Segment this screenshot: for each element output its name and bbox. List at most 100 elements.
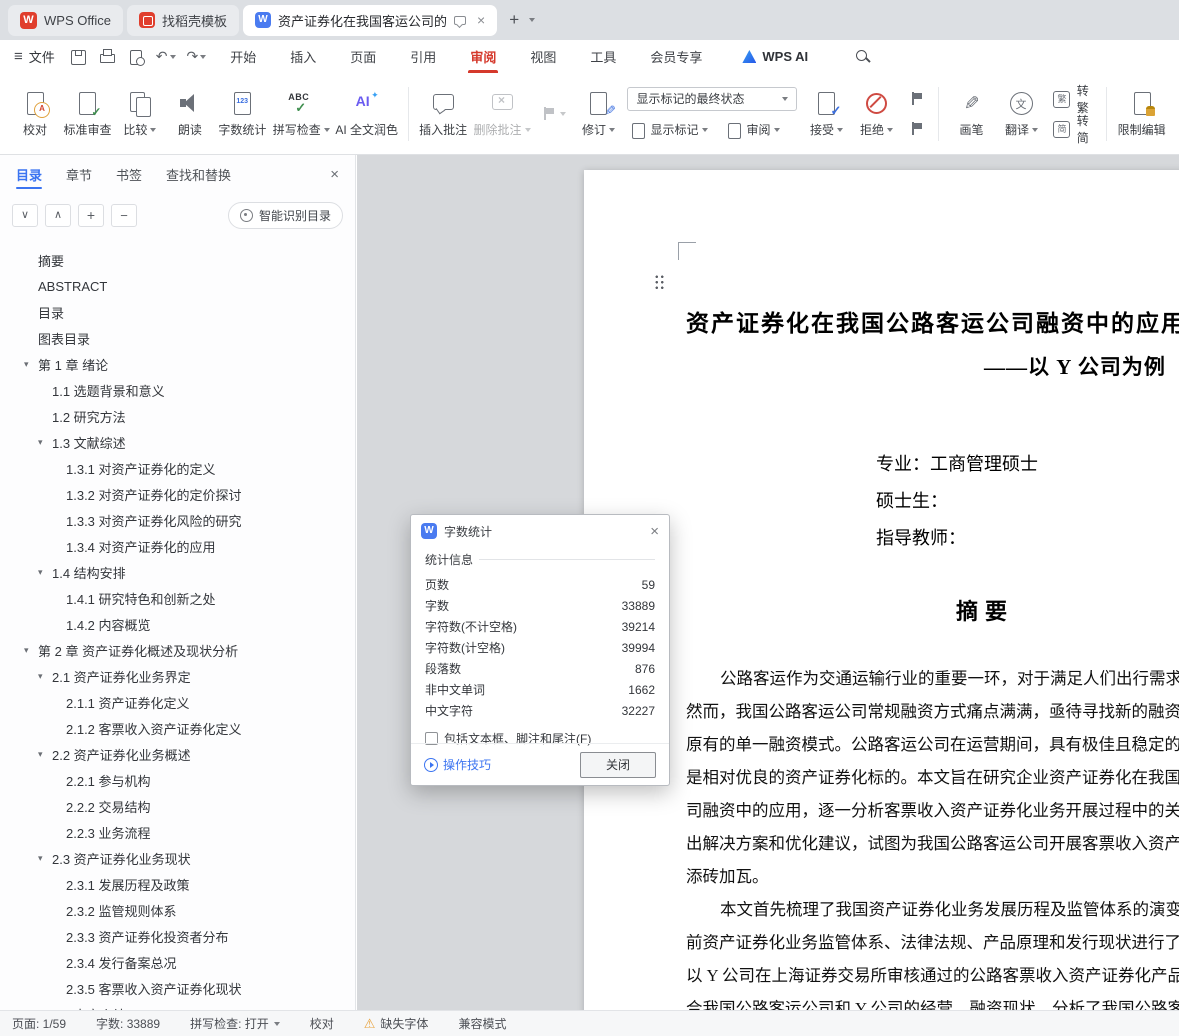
outline-item[interactable]: 1.3.2 对资产证券化的定价探讨: [0, 481, 355, 507]
file-menu-button[interactable]: 文件: [14, 47, 55, 66]
expand-all-button[interactable]: [12, 203, 38, 227]
outline-item[interactable]: 1.3 文献综述: [0, 429, 355, 455]
spell-check-button[interactable]: 拼写检查: [270, 78, 333, 150]
undo-button[interactable]: [156, 48, 176, 65]
next-comment-button[interactable]: [537, 103, 569, 125]
reject-dropdown-icon[interactable]: [886, 127, 893, 132]
tab-list-dropdown-icon[interactable]: [529, 18, 536, 22]
spell-check-dropdown-icon[interactable]: [323, 127, 330, 132]
accept-dropdown-icon[interactable]: [836, 127, 843, 132]
next-change-button[interactable]: [905, 118, 927, 140]
markup-state-combobox[interactable]: 显示标记的最终状态: [627, 86, 798, 111]
outline-item[interactable]: 1.2 研究方法: [0, 403, 355, 429]
ai-polish-button[interactable]: AI 全文润色: [333, 78, 401, 150]
save-icon[interactable]: [69, 48, 87, 66]
translate-button[interactable]: 翻译: [996, 78, 1046, 150]
outline-item[interactable]: 第 2 章 资产证券化概述及现状分析: [0, 637, 355, 663]
tab-find-replace[interactable]: 查找和替换: [166, 155, 231, 193]
menu-tab[interactable]: 工具: [588, 40, 618, 73]
zoom-in-outline-button[interactable]: [78, 203, 104, 227]
track-changes-dropdown-icon[interactable]: [608, 127, 615, 132]
tab-docer-template[interactable]: 找稻壳模板: [126, 4, 239, 36]
review-pane-dropdown-icon[interactable]: [774, 127, 781, 132]
menu-tab[interactable]: 会员专享: [648, 40, 704, 73]
expand-triangle-icon[interactable]: [38, 567, 52, 578]
outline-item[interactable]: 2.3 资产证券化业务现状: [0, 845, 355, 871]
redo-dropdown-icon[interactable]: [200, 54, 207, 59]
outline-item[interactable]: 图表目录: [0, 325, 355, 351]
print-preview-icon[interactable]: [127, 48, 145, 66]
review-pane-button[interactable]: 审阅: [723, 119, 783, 141]
expand-triangle-icon[interactable]: [24, 645, 38, 656]
menu-tab[interactable]: 页面: [348, 40, 378, 73]
tab-sections[interactable]: 章节: [66, 155, 92, 193]
missing-font-warning[interactable]: 缺失字体: [364, 1015, 428, 1032]
dialog-close-icon[interactable]: [650, 523, 659, 540]
insert-comment-button[interactable]: 插入批注: [416, 78, 471, 150]
menu-tab[interactable]: 引用: [408, 40, 438, 73]
outline-item[interactable]: 第 1 章 绪论: [0, 351, 355, 377]
menu-tab[interactable]: 视图: [528, 40, 558, 73]
new-tab-button[interactable]: +: [501, 7, 527, 33]
to-traditional-button[interactable]: 转繁: [1050, 84, 1095, 115]
collapse-all-button[interactable]: [45, 203, 71, 227]
close-pane-icon[interactable]: [330, 166, 339, 183]
outline-item[interactable]: 1.1 选题背景和意义: [0, 377, 355, 403]
outline-item[interactable]: 2.3.2 监管规则体系: [0, 897, 355, 923]
tab-wps-office[interactable]: W WPS Office: [8, 4, 123, 36]
outline-item[interactable]: ABSTRACT: [0, 273, 355, 299]
outline-item[interactable]: 2.1.2 客票收入资产证券化定义: [0, 715, 355, 741]
outline-item[interactable]: 2.4 本章小结: [0, 1001, 355, 1011]
word-count-indicator[interactable]: 字数: 33889: [96, 1015, 160, 1032]
outline-item[interactable]: 2.2.3 业务流程: [0, 819, 355, 845]
outline-item[interactable]: 2.1 资产证券化业务界定: [0, 663, 355, 689]
outline-item[interactable]: 1.3.4 对资产证券化的应用: [0, 533, 355, 559]
expand-triangle-icon[interactable]: [38, 437, 52, 448]
paragraph-drag-handle-icon[interactable]: [654, 274, 665, 290]
accept-button[interactable]: 接受: [801, 78, 851, 150]
expand-triangle-icon[interactable]: [24, 359, 38, 370]
expand-triangle-icon[interactable]: [38, 749, 52, 760]
tab-bookmarks[interactable]: 书签: [116, 155, 142, 193]
close-dialog-button[interactable]: 关闭: [580, 751, 656, 778]
outline-item[interactable]: 1.3.1 对资产证券化的定义: [0, 455, 355, 481]
pen-button[interactable]: 画笔: [946, 78, 996, 150]
wps-ai-button[interactable]: WPS AI: [742, 49, 808, 64]
menu-tab[interactable]: 审阅: [468, 40, 499, 73]
outline-item[interactable]: 摘要: [0, 247, 355, 273]
spell-check-indicator[interactable]: 拼写检查: 打开: [190, 1015, 280, 1032]
spell-check-dropdown-icon[interactable]: [273, 1021, 280, 1026]
tab-document[interactable]: W 资产证券化在我国客运公司的: [242, 4, 498, 36]
menu-tab[interactable]: 插入: [288, 40, 318, 73]
word-count-button[interactable]: 字数统计: [215, 78, 270, 150]
tab-contents[interactable]: 目录: [16, 155, 43, 193]
undo-dropdown-icon[interactable]: [169, 54, 176, 59]
outline-item[interactable]: 2.3.3 资产证券化投资者分布: [0, 923, 355, 949]
show-markup-dropdown-icon[interactable]: [702, 127, 709, 132]
menu-tab[interactable]: 开始: [228, 40, 258, 73]
read-aloud-button[interactable]: 朗读: [165, 78, 215, 150]
compare-dropdown-icon[interactable]: [150, 127, 157, 132]
outline-item[interactable]: 2.1.1 资产证券化定义: [0, 689, 355, 715]
dialog-titlebar[interactable]: W 字数统计: [411, 515, 669, 547]
expand-triangle-icon[interactable]: [38, 853, 52, 864]
proofread-button[interactable]: 校对: [10, 78, 60, 150]
outline-item[interactable]: 2.2.1 参与机构: [0, 767, 355, 793]
page-indicator[interactable]: 页面: 1/59: [12, 1015, 66, 1032]
outline-item[interactable]: 2.3.1 发展历程及政策: [0, 871, 355, 897]
proofread-status[interactable]: 校对: [310, 1015, 334, 1032]
reject-button[interactable]: 拒绝: [851, 78, 901, 150]
outline-item[interactable]: 2.2 资产证券化业务概述: [0, 741, 355, 767]
smart-recognize-toc-button[interactable]: 智能识别目录: [227, 201, 343, 229]
outline-item[interactable]: 目录: [0, 299, 355, 325]
compatibility-mode-indicator[interactable]: 兼容模式: [458, 1015, 506, 1032]
compare-button[interactable]: 比较: [115, 78, 165, 150]
tips-link[interactable]: 操作技巧: [424, 756, 491, 773]
search-icon[interactable]: [854, 48, 872, 66]
track-changes-button[interactable]: 修订: [573, 78, 623, 150]
redo-button[interactable]: [187, 48, 207, 65]
show-markup-button[interactable]: 显示标记: [627, 119, 711, 141]
outline-item[interactable]: 2.2.2 交易结构: [0, 793, 355, 819]
to-simplified-button[interactable]: 转简: [1050, 114, 1095, 145]
outline-item[interactable]: 1.4.1 研究特色和创新之处: [0, 585, 355, 611]
